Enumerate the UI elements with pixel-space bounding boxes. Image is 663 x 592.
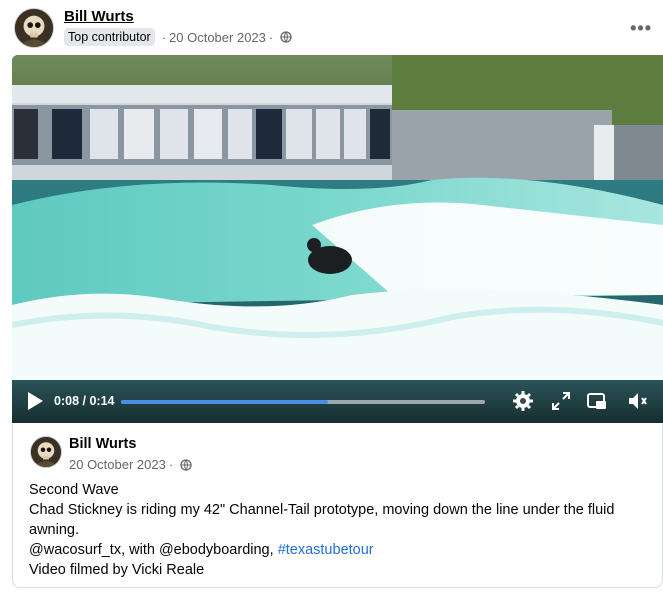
hashtag-link[interactable]: #texastubetour [278, 542, 374, 558]
post-header: Bill Wurts Top contributor · 20 October … [14, 6, 654, 50]
meta-separator: · [161, 29, 167, 45]
post-meta: Top contributor · 20 October 2023 · [64, 28, 292, 46]
video-time: 0:08 / 0:14 [54, 394, 114, 408]
mentions-text[interactable]: @wacosurf_tx, with @ebodyboarding, [29, 542, 278, 558]
post-date[interactable]: 20 October 2023 [169, 30, 266, 45]
shared-post-meta: 20 October 2023 · [69, 457, 192, 472]
author-name[interactable]: Bill Wurts [64, 8, 134, 25]
video-progress-fill [121, 400, 329, 404]
fullscreen-icon[interactable] [550, 390, 572, 412]
shared-author-name[interactable]: Bill Wurts [69, 436, 136, 452]
shared-author-avatar[interactable] [30, 436, 62, 468]
shared-post: Bill Wurts 20 October 2023 · Second Wave… [12, 423, 663, 588]
post-body-line: Chad Stickney is riding my 42" Channel-T… [29, 502, 615, 538]
settings-icon[interactable] [512, 390, 534, 412]
duration: 0:14 [89, 394, 115, 408]
globe-icon [280, 31, 292, 43]
video-frame [12, 55, 663, 423]
post-mentions-line: @wacosurf_tx, with @ebodyboarding, #texa… [29, 540, 659, 560]
globe-icon [180, 458, 192, 471]
more-options-icon[interactable]: ••• [630, 18, 652, 39]
time-separator: / [79, 394, 90, 408]
top-contributor-badge[interactable]: Top contributor [64, 28, 155, 46]
picture-in-picture-icon[interactable] [586, 390, 608, 412]
video-player[interactable]: 0:08 / 0:14 [12, 55, 663, 423]
video-controls: 0:08 / 0:14 [12, 380, 663, 423]
video-credit-line: Video filmed by Vicki Reale [29, 562, 205, 578]
author-avatar[interactable] [14, 8, 54, 48]
volume-icon[interactable] [627, 390, 649, 412]
play-icon[interactable] [26, 391, 44, 411]
shared-post-date[interactable]: 20 October 2023 [69, 457, 166, 472]
meta-separator: · [168, 457, 174, 472]
post-title-line: Second Wave [29, 482, 119, 498]
video-progress-bar[interactable] [121, 400, 485, 404]
current-time: 0:08 [54, 394, 80, 408]
post-text: Second Wave Chad Stickney is riding my 4… [29, 480, 659, 580]
skull-avatar-icon [31, 437, 61, 467]
meta-separator: · [268, 29, 274, 45]
skull-avatar-icon [15, 9, 53, 47]
